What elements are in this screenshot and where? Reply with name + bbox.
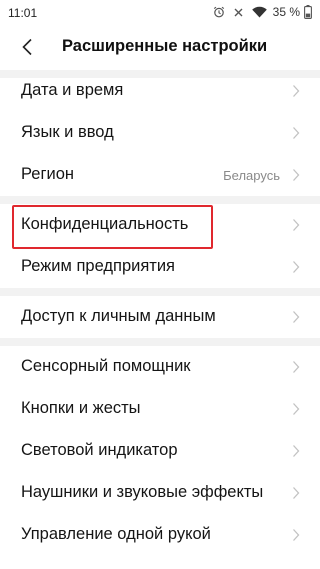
settings-item-buttons-gestures[interactable]: Кнопки и жесты xyxy=(0,388,320,430)
settings-item-label: Язык и ввод xyxy=(21,123,114,141)
settings-item-language-input[interactable]: Язык и ввод xyxy=(0,112,320,154)
alarm-icon xyxy=(213,6,225,18)
chevron-right-icon xyxy=(293,261,300,273)
settings-item-label: Сенсорный помощник xyxy=(21,357,191,375)
chevron-right-icon xyxy=(293,311,300,323)
settings-item-label: Регион xyxy=(21,165,74,183)
chevron-right-icon xyxy=(293,403,300,415)
section-divider xyxy=(0,338,320,346)
section-divider xyxy=(0,288,320,296)
settings-item-region[interactable]: Регион Беларусь xyxy=(0,154,320,196)
battery-percent: 35 % xyxy=(272,5,300,19)
settings-item-label: Наушники и звуковые эффекты xyxy=(21,483,264,501)
page-title: Расширенные настройки xyxy=(62,37,268,55)
settings-item-led-indicator[interactable]: Световой индикатор xyxy=(0,430,320,472)
settings-item-one-hand-mode[interactable]: Управление одной рукой xyxy=(0,514,320,556)
chevron-right-icon xyxy=(293,529,300,541)
status-icons: 35 % xyxy=(213,4,312,20)
back-button[interactable] xyxy=(14,34,40,60)
wifi-icon xyxy=(251,6,267,18)
chevron-right-icon xyxy=(293,445,300,457)
settings-item-date-time[interactable]: Дата и время xyxy=(0,70,320,112)
no-sim-icon xyxy=(234,8,243,17)
settings-item-value: Беларусь xyxy=(223,168,280,183)
status-bar: 11:01 35 % xyxy=(0,0,320,24)
settings-item-headphones-effects[interactable]: Наушники и звуковые эффекты xyxy=(0,472,320,514)
settings-item-label: Режим предприятия xyxy=(21,257,175,275)
chevron-right-icon xyxy=(293,219,300,231)
chevron-right-icon xyxy=(293,169,300,181)
highlight-box xyxy=(12,205,213,249)
back-arrow-icon xyxy=(22,38,32,56)
settings-item-label: Доступ к личным данным xyxy=(21,307,216,325)
header: Расширенные настройки xyxy=(0,24,320,70)
battery-icon xyxy=(304,5,312,19)
settings-item-label: Дата и время xyxy=(21,81,124,99)
chevron-right-icon xyxy=(293,487,300,499)
settings-item-label: Световой индикатор xyxy=(21,441,178,459)
settings-item-personal-data-access[interactable]: Доступ к личным данным xyxy=(0,296,320,338)
settings-item-label: Управление одной рукой xyxy=(21,525,211,543)
settings-item-enterprise-mode[interactable]: Режим предприятия xyxy=(0,246,320,288)
chevron-right-icon xyxy=(293,127,300,139)
chevron-right-icon xyxy=(293,85,300,97)
settings-item-touch-assistant[interactable]: Сенсорный помощник xyxy=(0,346,320,388)
chevron-right-icon xyxy=(293,361,300,373)
status-time: 11:01 xyxy=(8,6,38,20)
settings-item-label: Кнопки и жесты xyxy=(21,399,141,417)
section-divider xyxy=(0,196,320,204)
